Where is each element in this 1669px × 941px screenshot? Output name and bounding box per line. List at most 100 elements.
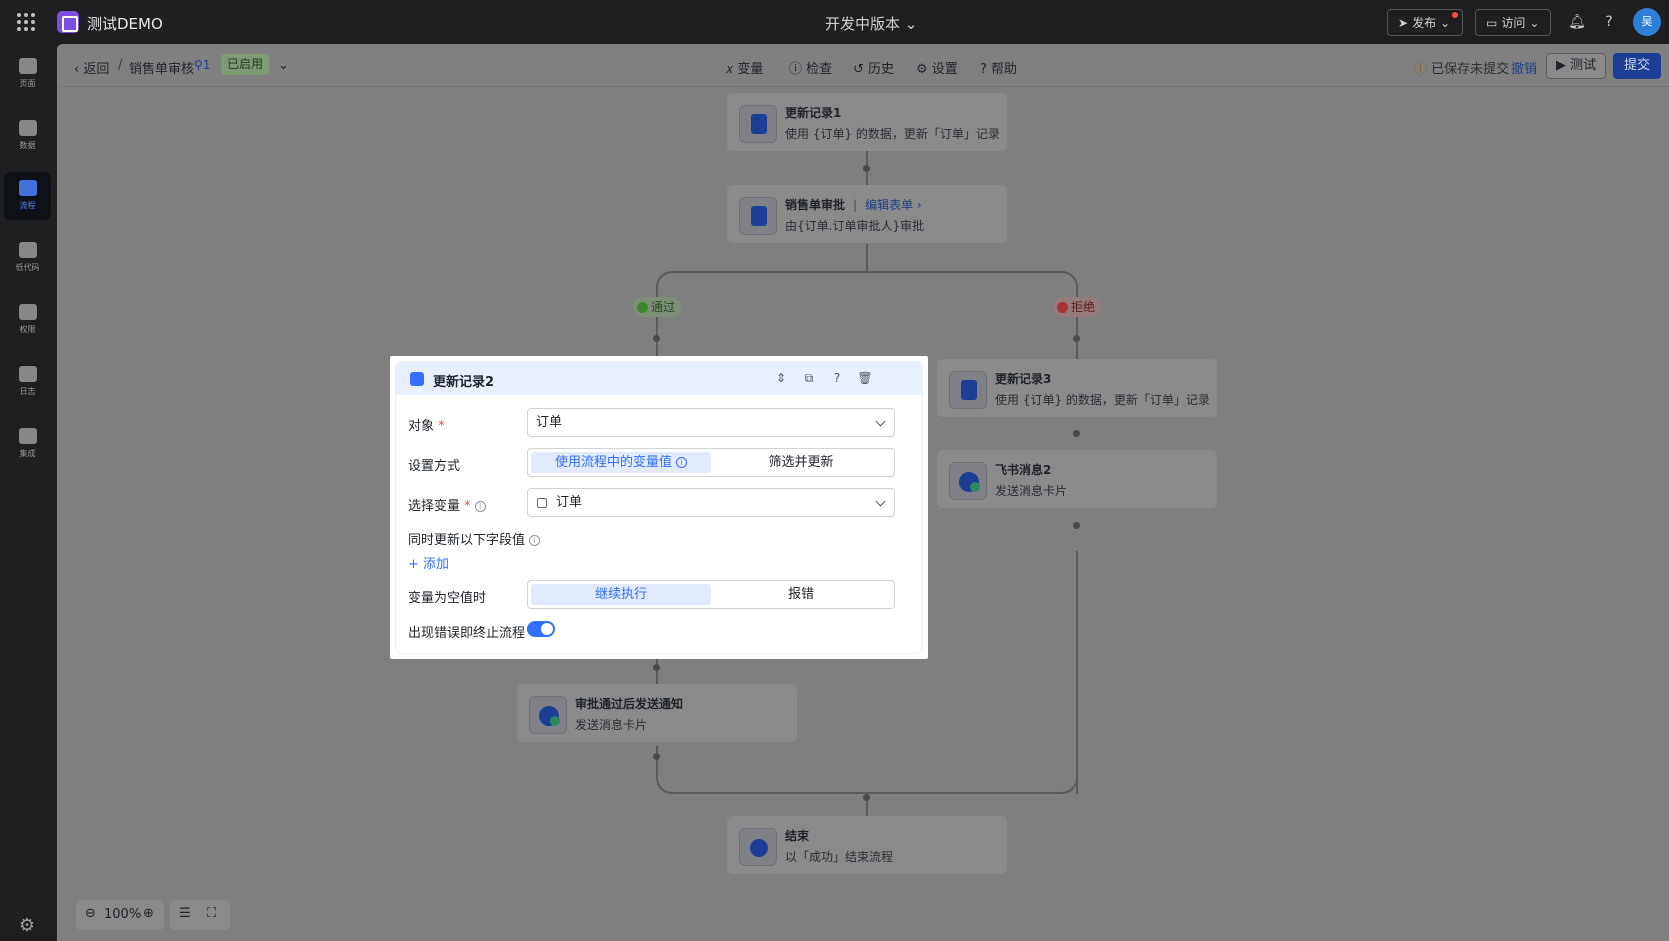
variables-label: 变量 [737, 62, 764, 77]
bell-icon[interactable]: 🔔︎ [1568, 13, 1586, 31]
node-title: 更新记录1 [785, 106, 842, 120]
variable-select[interactable]: 订单 [527, 488, 895, 517]
table-icon [537, 498, 547, 508]
users-icon [18, 304, 37, 320]
status-badge: 已启用 [221, 54, 270, 75]
sidebar-item-pages[interactable]: 页面 [4, 50, 51, 98]
node-title: 更新记录3 [995, 372, 1052, 386]
sidebar-item-lowcode[interactable]: 低代码 [4, 234, 51, 282]
settings-button[interactable]: ⚙ 设置 [916, 58, 958, 77]
object-select[interactable]: 订单 [527, 408, 895, 437]
flow-icon [18, 180, 37, 196]
mode-option-variable[interactable]: 使用流程中的变量值 i [531, 452, 711, 473]
avatar[interactable]: 吴 [1633, 8, 1661, 36]
node-lark-message-2[interactable]: 飞书消息2 发送消息卡片 [937, 450, 1217, 508]
sidebar-item-integration[interactable]: 集成 [4, 420, 51, 468]
delete-icon[interactable]: 🗑︎ [857, 370, 873, 386]
visit-button[interactable]: ▭ 访问 ⌄ [1475, 9, 1551, 36]
sidebar-item-flow[interactable]: 流程 [4, 172, 51, 220]
app-name: 测试DEMO [87, 15, 163, 33]
edit-form-link[interactable]: 编辑表单 › [865, 198, 922, 212]
info-icon[interactable]: i [529, 535, 541, 546]
app-logo [57, 11, 79, 33]
sidebar-item-permissions[interactable]: 权限 [4, 296, 51, 344]
help-button[interactable]: ? 帮助 [980, 58, 1017, 77]
auto-layout-icon[interactable]: ☰ [179, 906, 191, 921]
node-title: 审批通过后发送通知 [575, 697, 684, 711]
info-icon[interactable]: i [474, 501, 486, 512]
database-sync-icon [410, 372, 424, 386]
mode-option-filter[interactable]: 筛选并更新 [711, 452, 891, 473]
help-icon[interactable]: ? [829, 370, 845, 386]
node-desc: 以「成功」结束流程 [785, 850, 894, 864]
node-update-record-1[interactable]: 更新记录1 使用 {订单} 的数据，更新「订单」记录 [727, 93, 1007, 151]
node-title: 飞书消息2 [995, 463, 1052, 477]
user-icon [739, 197, 777, 235]
help-icon[interactable]: ? [1600, 13, 1618, 31]
help-icon: ? [980, 62, 987, 77]
status-dropdown[interactable]: ⌄ [278, 58, 289, 73]
undo-link[interactable]: 撤销 [1511, 58, 1537, 77]
empty-segmented: 继续执行 报错 [527, 580, 895, 609]
sidebar-item-label: 日志 [19, 387, 36, 396]
version-dropdown[interactable]: 开发中版本 ⌄ [825, 13, 917, 34]
branch-reject-label: 拒绝 [1071, 300, 1096, 314]
node-approval-notify[interactable]: 审批通过后发送通知 发送消息卡片 [517, 684, 797, 742]
stop-on-error-toggle[interactable] [527, 621, 555, 637]
monitor-icon: ▭ [1486, 15, 1498, 30]
empty-option-continue[interactable]: 继续执行 [531, 584, 711, 605]
history-button[interactable]: ↺ 历史 [853, 58, 894, 77]
key-icon [18, 428, 37, 444]
copy-icon[interactable]: ⧉ [801, 370, 817, 386]
check-circle-icon [637, 301, 648, 313]
node-end[interactable]: 结束 以「成功」结束流程 [727, 816, 1007, 874]
test-label: 测试 [1570, 58, 1597, 73]
chevron-down-icon: ⌄ [278, 58, 289, 73]
mode-label: 设置方式 [408, 459, 461, 474]
stop-on-error-label: 出现错误即终止流程 [408, 626, 526, 641]
node-update-record-3[interactable]: 更新记录3 使用 {订单} 的数据，更新「订单」记录 [937, 359, 1217, 417]
publish-button[interactable]: ➤ 发布 ⌄ [1387, 9, 1463, 36]
branch-reject-tag[interactable]: 拒绝 [1053, 297, 1102, 317]
zoom-in-icon[interactable]: ⊕ [143, 906, 154, 921]
sidebar-item-label: 集成 [19, 449, 36, 458]
zoom-out-icon[interactable]: ⊖ [85, 906, 96, 921]
info-icon[interactable]: i [676, 457, 687, 468]
publish-label: 发布 [1412, 16, 1437, 30]
panel-title[interactable]: 更新记录2 [433, 371, 494, 390]
variables-button[interactable]: 𝑥 变量 [726, 58, 763, 77]
submit-button[interactable]: 提交 [1613, 53, 1661, 79]
connector [866, 244, 868, 272]
gear-icon[interactable]: ⚙ [17, 916, 37, 936]
branch-pass-tag[interactable]: 通过 [633, 297, 682, 317]
chevron-down-icon: ⌄ [1440, 15, 1451, 30]
variable-label-text: 选择变量 [408, 499, 461, 514]
sidebar-item-data[interactable]: 数据 [4, 112, 51, 160]
node-title: 结束 [785, 829, 810, 843]
play-icon: ▶ [1556, 58, 1566, 73]
sidebar-item-logs[interactable]: 日志 [4, 358, 51, 406]
back-button[interactable]: ‹ 返回 [74, 58, 109, 77]
connector-dot [1073, 335, 1080, 342]
merge-connector [866, 774, 1078, 794]
app-grid-icon[interactable] [17, 13, 35, 31]
node-approval[interactable]: 销售单审批 | 编辑表单 › 由{订单.订单审批人}审批 [727, 185, 1007, 243]
fit-view-icon[interactable]: ⛶ [207, 906, 216, 921]
alert-circle-icon: ⓘ [789, 62, 803, 77]
mode-option-label: 使用流程中的变量值 [554, 455, 672, 470]
visit-label: 访问 [1501, 16, 1526, 30]
fields-label: 同时更新以下字段值 i [408, 529, 541, 548]
zoom-controls: ⊖ 100% ⊕ [76, 900, 164, 930]
version-count[interactable]: ⚲1 [194, 58, 210, 72]
collapse-icon[interactable]: ⇕ [773, 370, 789, 386]
check-button[interactable]: ⓘ 检查 [789, 58, 832, 77]
layout-controls: ☰ ⛶ [170, 900, 230, 930]
variable-label: 选择变量 * i [408, 495, 486, 514]
connector-dot [653, 335, 660, 342]
flow-toolbar: ‹ 返回 / 销售单审核 ⚲1 已启用 ⌄ 𝑥 变量 ⓘ 检查 ↺ 历史 ⚙ 设… [57, 44, 1669, 87]
gear-icon: ⚙ [916, 62, 928, 77]
empty-option-error[interactable]: 报错 [711, 584, 891, 605]
top-bar: 测试DEMO 开发中版本 ⌄ ➤ 发布 ⌄ ▭ 访问 ⌄ 🔔︎ ? 吴 [0, 0, 1669, 44]
test-button[interactable]: ▶ 测试 [1546, 53, 1607, 79]
add-field-button[interactable]: + 添加 [408, 553, 449, 572]
